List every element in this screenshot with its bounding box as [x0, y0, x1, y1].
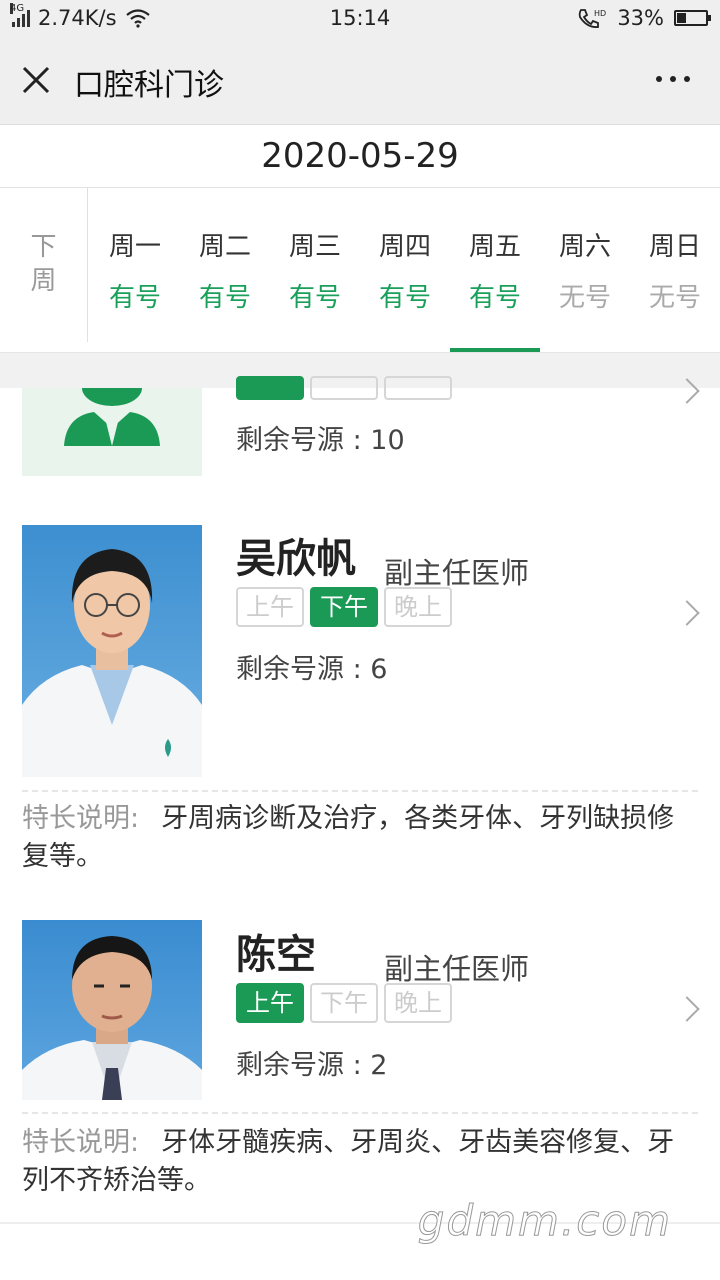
day-tab[interactable]: 周五 有号: [450, 188, 540, 352]
week-selector: 下 周 周一 有号 周二 有号 周三 有号 周四 有号 周五 有号 周六 无号 周日 无号: [0, 188, 720, 352]
day-name: 周六: [558, 232, 611, 262]
shift-evening[interactable]: [384, 376, 452, 400]
day-name: 周四: [378, 232, 431, 262]
close-icon[interactable]: [20, 64, 52, 96]
divider: [22, 1112, 698, 1114]
day-tab[interactable]: 周三 有号: [270, 188, 360, 352]
chevron-right-icon[interactable]: [674, 600, 700, 626]
avatar-icon: [64, 388, 160, 446]
day-name: 周五: [468, 232, 521, 262]
status-bar: 4G 2.74K/s 15:14 HD 33%: [0, 0, 720, 38]
day-name: 周一: [108, 232, 161, 262]
chevron-right-icon[interactable]: [674, 996, 700, 1022]
specialty-description: 特长说明: 牙体牙髓疾病、牙周炎、牙齿美容修复、牙列不齐矫治等。: [22, 1127, 675, 1196]
doctor-name: 陈空: [236, 932, 316, 978]
title-bar: 口腔科门诊: [0, 38, 720, 125]
day-name: 周日: [648, 232, 701, 262]
next-week-button[interactable]: 下 周: [0, 188, 88, 342]
doctor-name: 吴欣帆: [236, 536, 356, 582]
remaining-slots: 剩余号源 : 2: [236, 1050, 388, 1081]
doctor-title: 副主任医师: [384, 952, 530, 986]
shift-evening[interactable]: 晚上: [384, 587, 452, 627]
doctor-title: 副主任医师: [384, 556, 530, 590]
doctor-photo-placeholder: [22, 388, 202, 476]
remaining-slots: 剩余号源 : 6: [236, 654, 388, 685]
day-availability: 有号: [288, 283, 341, 313]
day-availability: 有号: [468, 283, 521, 313]
doctor-photo: [22, 920, 202, 1100]
shift-tags: [236, 376, 452, 400]
day-availability: 有号: [378, 283, 431, 313]
shift-morning[interactable]: 上午: [236, 983, 304, 1023]
page-title: 口腔科门诊: [74, 68, 224, 103]
specialty-label: 特长说明:: [22, 1127, 140, 1158]
day-name: 周三: [288, 232, 341, 262]
day-availability: 有号: [108, 283, 161, 313]
day-tab[interactable]: 周日 无号: [630, 188, 720, 352]
doctor-photo: [22, 525, 202, 777]
doctor-portrait: [22, 936, 202, 1100]
day-tab[interactable]: 周六 无号: [540, 188, 630, 352]
shift-evening[interactable]: 晚上: [384, 983, 452, 1023]
specialty-description: 特长说明: 牙周病诊断及治疗，各类牙体、牙列缺损修复等。: [22, 803, 675, 872]
shift-morning[interactable]: 上午: [236, 587, 304, 627]
day-name: 周二: [198, 232, 251, 262]
doctor-card[interactable]: 吴欣帆 副主任医师 上午 下午 晚上 剩余号源 : 6 特长说明: 牙周病诊断及治…: [0, 500, 720, 900]
specialty-label: 特长说明:: [22, 803, 140, 834]
battery-percent: 33%: [617, 6, 664, 30]
shift-tags: 上午 下午 晚上: [236, 983, 452, 1023]
day-availability: 无号: [558, 283, 611, 313]
shift-morning[interactable]: [236, 376, 304, 400]
hd-call-icon: HD: [579, 9, 607, 28]
shift-afternoon[interactable]: 下午: [310, 983, 378, 1023]
doctor-card[interactable]: 陈空 副主任医师 上午 下午 晚上 剩余号源 : 2 特长说明: 牙体牙髓疾病、牙…: [0, 898, 720, 1224]
selected-date: 2020-05-29: [0, 125, 720, 188]
day-tabs: 周一 有号 周二 有号 周三 有号 周四 有号 周五 有号 周六 无号 周日 无号: [90, 188, 720, 352]
battery-icon: [674, 10, 711, 26]
doctor-card[interactable]: 剩余号源 : 10: [0, 376, 720, 502]
watermark: gdmm.com: [417, 1196, 672, 1246]
day-availability: 有号: [198, 283, 251, 313]
day-tab[interactable]: 周二 有号: [180, 188, 270, 352]
svg-text:HD: HD: [594, 9, 606, 18]
day-availability: 无号: [648, 283, 701, 313]
shift-afternoon[interactable]: 下午: [310, 587, 378, 627]
day-tab[interactable]: 周四 有号: [360, 188, 450, 352]
remaining-slots: 剩余号源 : 10: [236, 425, 405, 456]
day-tab[interactable]: 周一 有号: [90, 188, 180, 352]
more-options-icon[interactable]: [656, 76, 690, 82]
shift-tags: 上午 下午 晚上: [236, 587, 452, 627]
divider: [22, 790, 698, 792]
shift-afternoon[interactable]: [310, 376, 378, 400]
doctor-portrait: [22, 549, 202, 777]
